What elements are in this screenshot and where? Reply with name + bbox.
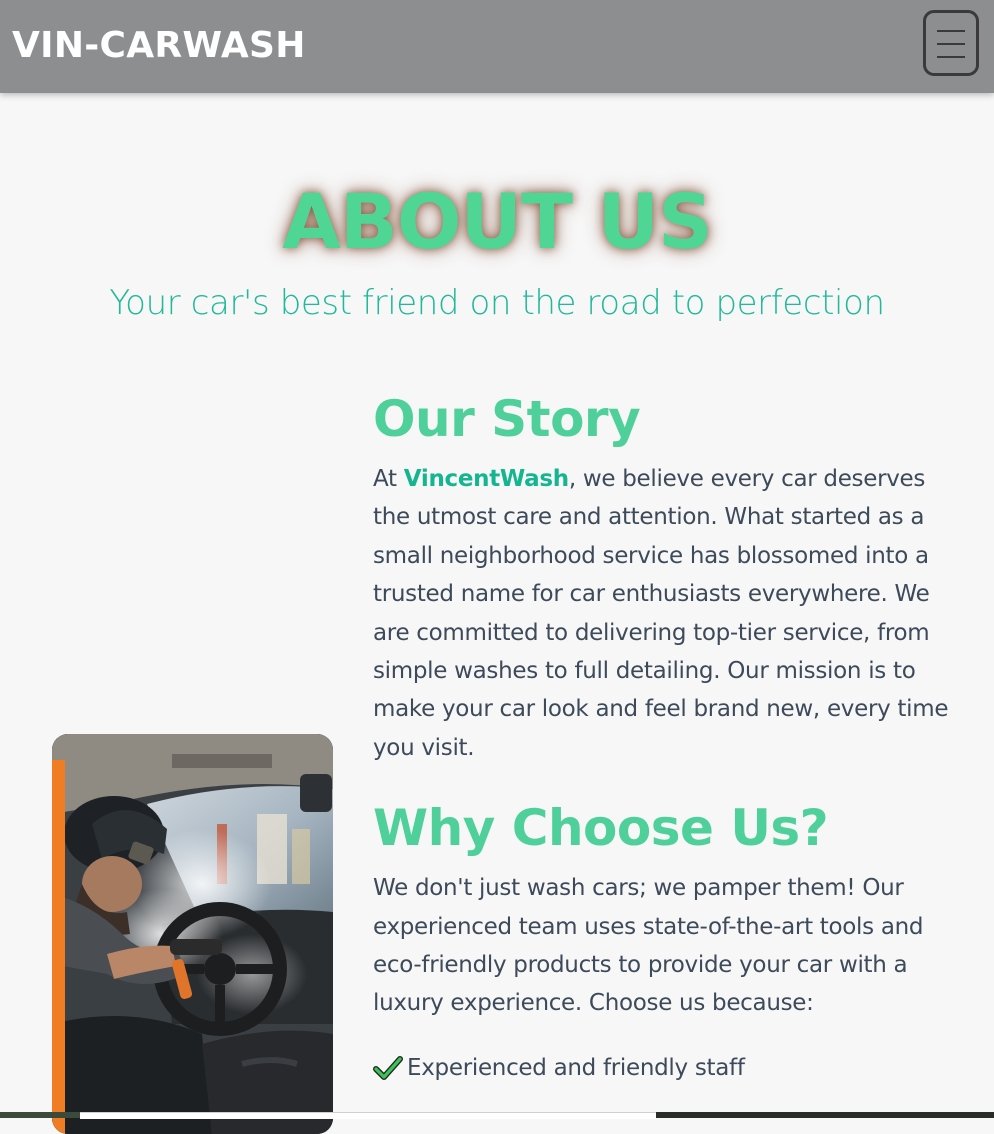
hamburger-menu-icon-bar	[937, 56, 965, 58]
photo-accent-bar	[52, 760, 65, 1134]
why-choose-us-paragraph: We don't just wash cars; we pamper them!…	[373, 875, 924, 1017]
story-intro-text: At	[373, 466, 404, 492]
brand-name-highlight: VincentWash	[403, 466, 569, 492]
bottom-strip-right	[656, 1112, 994, 1118]
car-interior-cleaning-illustration	[52, 734, 333, 1134]
bottom-strip-left	[0, 1112, 80, 1118]
story-body-text: , we believe every car deserves the utmo…	[373, 466, 949, 761]
checkmark-icon	[373, 1055, 403, 1080]
car-interior-cleaning-photo	[52, 734, 333, 1134]
why-choose-us-heading: Why Choose Us?	[373, 799, 829, 858]
about-content: Our Story At VincentWash, we believe eve…	[373, 380, 963, 1087]
brand-logo-text[interactable]: VIN-CARWASH	[12, 22, 306, 70]
reason-label: Experienced and friendly staff	[407, 1054, 745, 1081]
our-story-heading: Our Story	[373, 390, 641, 448]
list-item: Experienced and friendly staff	[373, 1049, 963, 1087]
hamburger-menu-button[interactable]	[923, 10, 979, 76]
page-title: ABOUT US	[282, 177, 713, 266]
hamburger-menu-icon-bar	[937, 43, 965, 45]
navbar: VIN-CARWASH	[0, 0, 994, 93]
our-story-paragraph: At VincentWash, we believe every car des…	[373, 460, 963, 767]
page-subtitle: Your car's best friend on the road to pe…	[109, 283, 885, 323]
reasons-list: Experienced and friendly staff	[373, 1049, 963, 1087]
hamburger-menu-icon	[937, 30, 965, 32]
